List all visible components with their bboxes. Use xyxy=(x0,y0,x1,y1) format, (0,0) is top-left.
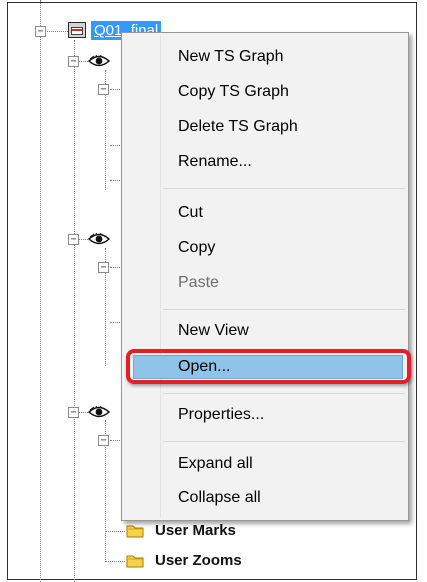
tree-folder-label[interactable]: User Marks xyxy=(155,522,236,540)
menu-item-collapse-all[interactable]: Collapse all xyxy=(178,485,398,511)
menu-item-expand-all[interactable]: Expand all xyxy=(178,451,398,477)
annotation-highlight-box xyxy=(126,349,411,384)
view-expander[interactable]: − xyxy=(68,56,79,67)
menu-item-copy-ts-graph[interactable]: Copy TS Graph xyxy=(178,79,398,105)
menu-separator xyxy=(163,188,405,189)
menu-item-new-ts-graph[interactable]: New TS Graph xyxy=(178,44,398,70)
tree-guide-line xyxy=(105,561,125,562)
menu-separator xyxy=(163,393,405,394)
root-expander[interactable]: − xyxy=(35,26,46,37)
menu-item-copy[interactable]: Copy xyxy=(178,235,398,261)
subnode-expander[interactable]: − xyxy=(98,262,109,273)
menu-item-rename[interactable]: Rename... xyxy=(178,149,398,175)
eye-icon xyxy=(88,54,110,67)
menu-item-paste: Paste xyxy=(178,274,219,291)
menu-separator xyxy=(163,309,405,310)
view-expander[interactable]: − xyxy=(68,407,79,418)
menu-item-cut[interactable]: Cut xyxy=(178,200,398,226)
subnode-expander[interactable]: − xyxy=(98,84,109,95)
menu-gutter-divider xyxy=(160,35,161,518)
folder-icon xyxy=(126,555,144,568)
menu-separator xyxy=(163,441,405,442)
tree-guide-line xyxy=(40,0,41,582)
tree-folder-label[interactable]: User Zooms xyxy=(155,552,242,570)
folder-icon xyxy=(126,525,144,538)
menu-item-delete-ts-graph[interactable]: Delete TS Graph xyxy=(178,114,398,140)
graph-icon xyxy=(68,22,86,38)
menu-item-properties[interactable]: Properties... xyxy=(178,402,398,428)
subnode-expander[interactable]: − xyxy=(98,435,109,446)
eye-icon xyxy=(88,232,110,245)
menu-item-new-view[interactable]: New View xyxy=(178,318,398,344)
tree-guide-line xyxy=(74,40,75,582)
tree-guide-line xyxy=(105,531,125,532)
context-menu: New TS Graph Copy TS Graph Delete TS Gra… xyxy=(121,32,409,521)
view-expander[interactable]: − xyxy=(68,234,79,245)
eye-icon xyxy=(88,405,110,418)
